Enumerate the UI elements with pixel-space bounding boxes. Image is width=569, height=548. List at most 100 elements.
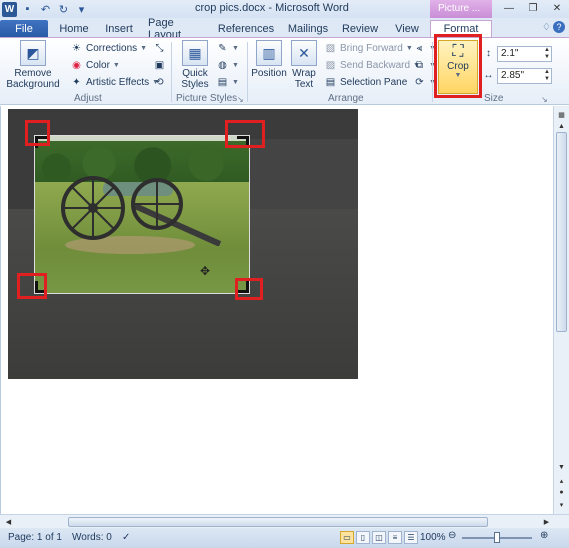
vertical-scroll-thumb[interactable]	[556, 132, 567, 332]
horizontal-scroll-thumb[interactable]	[68, 517, 488, 527]
reset-picture-button[interactable]: ⟲	[153, 75, 166, 90]
remove-background-button[interactable]: ◩ Remove Background	[6, 40, 60, 90]
zoom-in-icon[interactable]: ⊕	[540, 530, 548, 541]
minimize-icon[interactable]: —	[497, 0, 521, 17]
send-backward-icon: ▨	[325, 60, 336, 71]
dialog-launcher-icon[interactable]: ↘	[237, 95, 244, 104]
print-layout-view-icon[interactable]: ▭	[340, 531, 354, 544]
tab-page-layout[interactable]: Page Layout	[148, 17, 208, 41]
crop-button-highlight	[434, 34, 482, 98]
annotation-box-bottom-right	[235, 278, 263, 300]
spinner-icon[interactable]: ▲ ▼	[544, 69, 550, 83]
save-icon[interactable]: ▪	[20, 2, 35, 17]
proofing-icon[interactable]: ✓	[122, 532, 130, 543]
customize-qat-icon[interactable]: ▾	[74, 2, 89, 17]
dialog-launcher-icon[interactable]: ↘	[541, 95, 548, 104]
send-backward-label: Send Backward	[340, 60, 411, 71]
horizontal-scrollbar[interactable]: ◀ ▶	[0, 514, 569, 528]
wrap-text-label: Wrap Text	[292, 68, 316, 90]
tab-references[interactable]: References	[218, 20, 274, 37]
remove-background-label: Remove Background	[6, 68, 60, 90]
outline-view-icon[interactable]: ≡	[388, 531, 402, 544]
draft-view-icon[interactable]: ☰	[404, 531, 418, 544]
shape-width-icon: ↔	[483, 70, 494, 81]
artistic-effects-label: Artistic Effects	[86, 77, 150, 88]
wrap-text-icon: ✕	[291, 40, 317, 66]
group-separator	[171, 42, 172, 102]
close-icon[interactable]: ✕	[545, 0, 569, 17]
crop-region[interactable]: ✥	[8, 109, 358, 379]
change-picture-icon: ▣	[154, 60, 165, 71]
artistic-effects-icon: ✦	[72, 77, 81, 88]
tab-review[interactable]: Review	[342, 20, 378, 37]
restore-icon[interactable]: ❐	[521, 0, 545, 17]
word-logo-icon[interactable]: W	[2, 1, 17, 17]
adjust-group-label: Adjust	[74, 93, 102, 104]
color-button[interactable]: ◉ Color ▼	[70, 58, 120, 73]
redo-icon[interactable]: ↻	[56, 2, 71, 17]
quick-styles-button[interactable]: ▦ Quick Styles	[176, 40, 214, 90]
position-icon: ▥	[256, 40, 282, 66]
wrap-text-button[interactable]: ✕ Wrap Text	[289, 40, 319, 90]
chevron-down-icon: ▼	[140, 45, 148, 52]
picture-layout-icon: ▤	[217, 77, 228, 88]
shape-height-row: ↕ 2.1" ▲ ▼	[482, 45, 552, 62]
compress-pictures-button[interactable]: ⤡	[153, 41, 166, 56]
page-count[interactable]: Page: 1 of 1	[8, 532, 62, 543]
ribbon-tabs: File Home Insert Page Layout References …	[0, 17, 569, 41]
group-separator	[247, 42, 248, 102]
tab-view[interactable]: View	[392, 20, 422, 37]
zoom-out-icon[interactable]: ⊖	[448, 530, 456, 541]
bring-forward-button[interactable]: ▧ Bring Forward ▼	[324, 41, 413, 56]
quick-access-toolbar: W ▪ ↶ ↻ ▾	[2, 1, 89, 17]
change-picture-button[interactable]: ▣	[153, 58, 166, 73]
selection-pane-button[interactable]: ▤ Selection Pane	[324, 75, 408, 90]
ribbon: ◩ Remove Background ☀ Corrections ▼ ◉ Co…	[0, 37, 569, 105]
shape-height-input[interactable]: 2.1" ▲ ▼	[497, 45, 552, 62]
selection-pane-label: Selection Pane	[340, 77, 408, 88]
rotate-icon: ⟳	[415, 77, 424, 88]
corrections-label: Corrections	[86, 43, 138, 54]
shape-height-icon: ↕	[486, 48, 491, 59]
tab-home[interactable]: Home	[58, 20, 90, 37]
bring-forward-label: Bring Forward	[340, 43, 403, 54]
spinner-icon[interactable]: ▲ ▼	[544, 47, 550, 61]
picture-layout-button[interactable]: ▤ ▼	[216, 75, 239, 90]
arrange-group-label: Arrange	[328, 93, 364, 104]
undo-icon[interactable]: ↶	[38, 2, 53, 17]
full-screen-reading-icon[interactable]: ▯	[356, 531, 370, 544]
move-cursor-icon: ✥	[200, 264, 211, 278]
chevron-down-icon: ▼	[112, 62, 120, 69]
picture-effects-button[interactable]: ◍ ▼	[216, 58, 239, 73]
annotation-box-top-left	[25, 120, 50, 146]
compress-pictures-icon: ⤡	[155, 43, 164, 54]
zoom-level[interactable]: 100%	[420, 532, 446, 543]
position-button[interactable]: ▥ Position	[251, 40, 287, 79]
web-layout-icon[interactable]: ◫	[372, 531, 386, 544]
zoom-slider-thumb[interactable]	[494, 532, 500, 543]
help-circle-icon[interactable]: ?	[553, 21, 565, 33]
chevron-down-icon: ▼	[232, 45, 239, 52]
tab-insert[interactable]: Insert	[102, 20, 136, 37]
chevron-down-icon: ▼	[232, 79, 239, 86]
remove-background-icon: ◩	[20, 40, 46, 66]
picture-border-button[interactable]: ✎ ▼	[216, 41, 239, 56]
vertical-scrollbar[interactable]: ▦ ▲ ▼ ▴ ● ▾	[553, 106, 569, 514]
scroll-down-icon[interactable]: ▼	[555, 461, 568, 474]
shape-width-input[interactable]: 2.85" ▲ ▼	[497, 67, 552, 84]
scroll-right-icon[interactable]: ▶	[540, 515, 553, 528]
send-backward-button[interactable]: ▨ Send Backward ▼	[324, 58, 420, 73]
tab-file[interactable]: File	[0, 20, 48, 37]
cropped-photo[interactable]: ✥	[34, 135, 250, 294]
scroll-left-icon[interactable]: ◀	[2, 515, 15, 528]
corrections-button[interactable]: ☀ Corrections ▼	[70, 41, 147, 56]
title-bar: W ▪ ↶ ↻ ▾ crop pics.docx - Microsoft Wor…	[0, 0, 569, 18]
status-bar: Page: 1 of 1 Words: 0 ✓ ▭ ▯ ◫ ≡ ☰ 100% ⊖…	[0, 528, 569, 548]
artistic-effects-button[interactable]: ✦ Artistic Effects ▼	[70, 75, 159, 90]
next-page-icon[interactable]: ▾	[555, 498, 568, 511]
document-area[interactable]: ✥	[0, 106, 556, 514]
word-count[interactable]: Words: 0	[72, 532, 112, 543]
help-icon[interactable]: ♢	[542, 22, 551, 33]
tab-mailings[interactable]: Mailings	[286, 20, 330, 37]
shape-height-value: 2.1"	[501, 48, 519, 59]
